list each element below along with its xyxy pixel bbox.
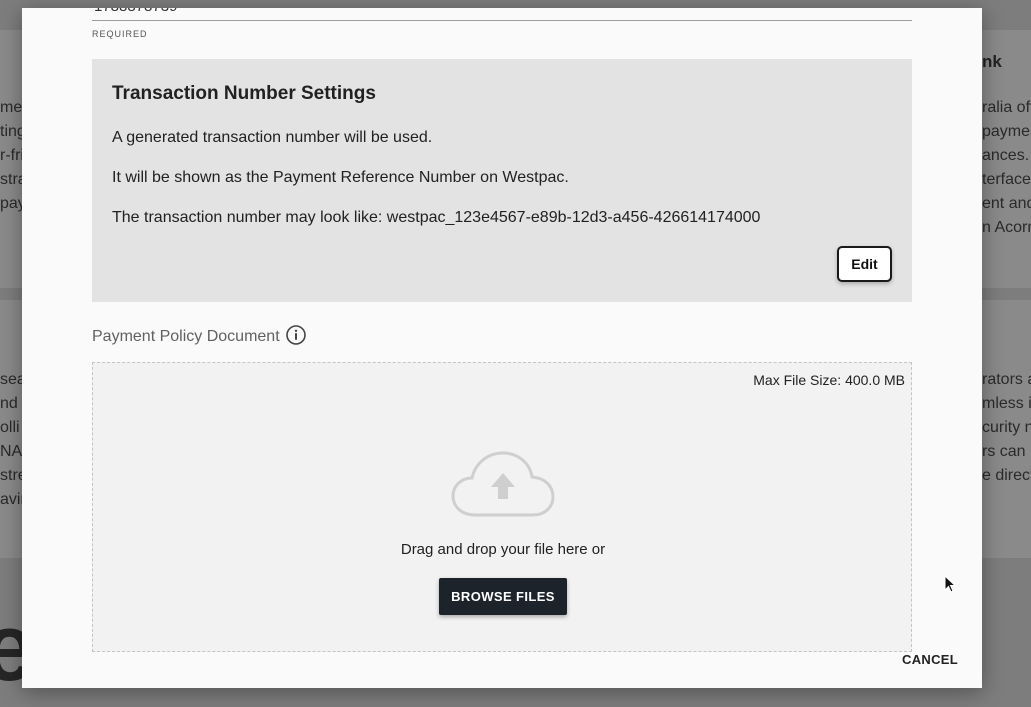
max-file-size: Max File Size: 400.0 MB	[753, 372, 905, 388]
browse-files-button[interactable]: BROWSE FILES	[439, 578, 567, 615]
background-text: pay	[0, 195, 22, 212]
file-dropzone[interactable]: Max File Size: 400.0 MB Drag and drop yo…	[92, 362, 912, 652]
background-card-title: nk	[982, 52, 1002, 71]
background-text: mless in	[982, 395, 1031, 412]
field-underline	[92, 8, 912, 21]
cancel-button[interactable]: CANCEL	[902, 652, 958, 667]
background-text: ances.	[982, 147, 1030, 164]
drag-drop-text: Drag and drop your file here or	[400, 541, 606, 558]
transaction-example-line: The transaction number may look like: we…	[112, 209, 761, 226]
cloud-upload-icon	[451, 451, 555, 517]
background-text: n Acorn	[982, 219, 1031, 236]
required-label: REQUIRED	[92, 29, 148, 39]
background-text: terface	[982, 171, 1031, 188]
background-text: curity n	[982, 419, 1031, 436]
background-text: r-fri	[0, 147, 22, 164]
info-icon[interactable]	[285, 324, 307, 346]
background-text: avir	[0, 491, 22, 508]
modal-dialog: 1788878739 REQUIRED Transaction Number S…	[22, 8, 982, 688]
background-text: nd c	[0, 395, 22, 412]
background-text: ment	[0, 99, 22, 116]
background-text: stre	[0, 467, 22, 484]
transaction-settings-line: A generated transaction number will be u…	[112, 129, 433, 146]
background-text: payment	[982, 123, 1031, 140]
mouse-cursor-icon	[944, 575, 956, 593]
background-text: sea	[0, 371, 22, 388]
background-text: ting	[0, 123, 22, 140]
transaction-settings-title: Transaction Number Settings	[112, 83, 376, 104]
transaction-settings-line: It will be shown as the Payment Referenc…	[112, 169, 569, 186]
background-text: NA	[0, 443, 22, 460]
background-text: rs can p	[982, 443, 1031, 460]
background-text: ent and	[982, 195, 1031, 212]
edit-button[interactable]: Edit	[837, 246, 892, 282]
background-text: ralia offe	[982, 99, 1031, 116]
transaction-settings-panel: Transaction Number Settings A generated …	[92, 59, 912, 302]
policy-document-label: Payment Policy Document	[92, 328, 280, 345]
background-text: rators a	[982, 371, 1031, 388]
background-text: olli	[0, 419, 20, 436]
background-text: e direct	[982, 467, 1031, 484]
background-text: stra	[0, 171, 22, 188]
